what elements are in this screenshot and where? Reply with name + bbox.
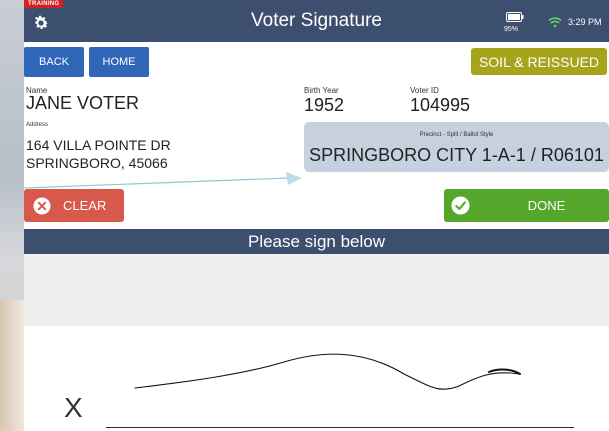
signature-stroke [134, 353, 521, 390]
top-bar: TRAINING Voter Signature 95% 3:29 PM [24, 0, 609, 42]
address-label: Address [26, 122, 49, 128]
precinct-box: Precinct - Split / Ballot Style SPRINGBO… [304, 122, 609, 172]
clear-button[interactable]: CLEAR [24, 189, 124, 222]
battery-percent: 95% [504, 26, 519, 33]
training-badge: TRAINING [24, 0, 64, 8]
done-button[interactable]: DONE [444, 189, 609, 222]
signature-x-mark: X [64, 392, 83, 423]
precinct-value: SPRINGBORO CITY 1-A-1 / R06101 [309, 145, 604, 165]
voter-name: JANE VOTER [26, 93, 140, 113]
status-badge: SOIL & REISSUED [471, 48, 607, 75]
address-line-1: 164 VILLA POINTE DR [26, 137, 171, 153]
signature-pad[interactable]: X [24, 326, 609, 431]
voter-id-value: 104995 [410, 95, 471, 115]
precinct-label: Precinct - Split / Ballot Style [419, 132, 494, 138]
pointer-arrow-icon [24, 172, 302, 189]
voter-id-label: Voter ID [410, 86, 439, 95]
device-bezel-edge [0, 0, 24, 431]
voter-signature-screen: TRAINING Voter Signature 95% 3:29 PM BAC… [24, 0, 609, 431]
birth-year-label: Birth Year [304, 86, 339, 95]
home-button[interactable]: HOME [89, 47, 149, 77]
clear-button-label: CLEAR [63, 198, 107, 213]
signature-area-top[interactable] [24, 254, 609, 326]
battery-icon [506, 12, 524, 22]
sign-prompt-bar: Please sign below [24, 229, 609, 254]
close-icon [33, 196, 51, 215]
wifi-icon [548, 17, 562, 28]
clock-time: 3:29 PM [568, 17, 602, 27]
address-line-2: SPRINGBORO, 45066 [26, 155, 168, 171]
signature-line [106, 427, 574, 428]
done-button-label: DONE [527, 198, 566, 213]
birth-year-value: 1952 [304, 95, 345, 115]
back-button[interactable]: BACK [24, 47, 84, 77]
checkmark-icon [451, 196, 470, 215]
